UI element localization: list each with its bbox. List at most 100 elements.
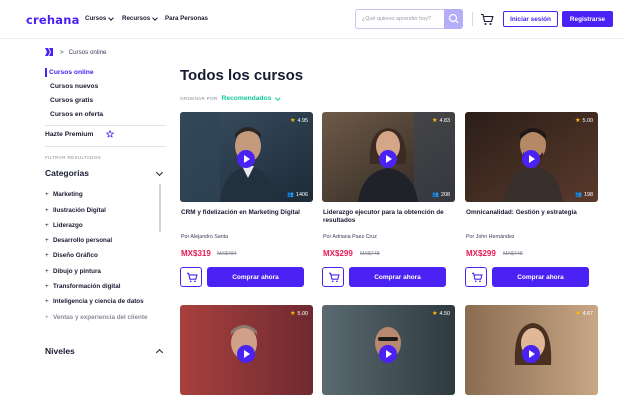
hazte-premium-link[interactable]: Hazte Premium — [45, 131, 93, 138]
users-icon: 👥 — [287, 192, 294, 198]
category-dibujo-y-pintura[interactable]: + Dibujo y pintura — [45, 268, 101, 275]
course-old-price: MX$748 — [503, 251, 523, 257]
course-title[interactable]: Liderazgo ejecutor para la obtención de … — [323, 209, 454, 225]
course-title[interactable]: Omnicanalidad: Gestión y estrategia — [466, 209, 597, 217]
course-old-price: MX$484 — [217, 251, 237, 257]
login-button[interactable]: Iniciar sesión — [503, 11, 558, 27]
categories-title[interactable]: Categorías — [45, 168, 89, 178]
course-old-price: MX$748 — [360, 251, 380, 257]
category-label: Marketing — [53, 191, 83, 198]
category-liderazgo[interactable]: + Liderazgo — [45, 222, 83, 229]
users-icon: 👥 — [432, 192, 439, 198]
cart-icon — [328, 272, 340, 283]
sort-label: ORDENAR POR — [180, 96, 218, 101]
play-icon[interactable] — [522, 345, 540, 363]
rating-value: 4.83 — [439, 117, 451, 124]
page-title: Todos los cursos — [180, 67, 304, 84]
categories-scrollbar[interactable] — [159, 184, 161, 232]
play-icon[interactable] — [237, 345, 255, 363]
course-thumbnail[interactable]: ★ 5.00 👥 198 — [465, 112, 598, 202]
star-icon: ★ — [431, 117, 438, 124]
sidebar-link-cursos-gratis[interactable]: Cursos gratis — [50, 97, 93, 104]
course-thumbnail[interactable]: ★ 4.50 — [322, 305, 455, 395]
filter-label: FILTRAR RESULTADOS — [45, 155, 101, 160]
crehana-logo[interactable]: crehana — [26, 13, 80, 27]
plus-icon: + — [45, 222, 49, 229]
course-price: MX$299 — [466, 249, 496, 258]
rating: ★ 4.83 — [432, 117, 450, 124]
nav-cursos[interactable]: Cursos — [85, 14, 115, 22]
students-count: 👥 208 — [432, 192, 450, 198]
rating-value: 4.67 — [582, 310, 594, 317]
star-icon: ★ — [574, 310, 581, 317]
course-title[interactable]: CRM y fidelización en Marketing Digital — [181, 209, 312, 217]
chevron-down-icon — [108, 14, 115, 21]
plus-icon: + — [45, 191, 49, 198]
chevron-down-icon[interactable] — [155, 168, 164, 177]
register-button[interactable]: Registrarse — [562, 11, 613, 27]
chevron-right-icon: > — [60, 48, 64, 56]
category-marketing[interactable]: + Marketing — [45, 191, 83, 198]
plus-icon: + — [45, 314, 49, 321]
add-to-cart-button[interactable] — [322, 267, 344, 287]
sidebar-link-cursos-en-oferta[interactable]: Cursos en oferta — [50, 111, 103, 118]
rating: ★ 4.67 — [575, 310, 593, 317]
buy-now-button[interactable]: Comprar ahora — [207, 267, 304, 287]
play-icon[interactable] — [522, 150, 540, 168]
sidebar-link-cursos-online[interactable]: Cursos online — [49, 69, 94, 76]
search-icon — [448, 13, 459, 24]
chevron-down-icon — [275, 95, 281, 100]
course-thumbnail[interactable]: ★ 4.83 👥 208 — [322, 112, 455, 202]
category-label: Liderazgo — [53, 222, 83, 229]
category-diseno-grafico[interactable]: + Diseño Gráfico — [45, 252, 98, 259]
sidebar-link-cursos-nuevos[interactable]: Cursos nuevos — [50, 83, 98, 90]
star-icon: ★ — [289, 310, 296, 317]
star-icon: ★ — [289, 117, 296, 124]
course-thumbnail[interactable]: ★ 5.00 — [180, 305, 313, 395]
course-author: Por Adriana Paez Cruz — [323, 234, 377, 240]
students-value: 198 — [584, 192, 593, 198]
levels-title[interactable]: Niveles — [45, 346, 75, 356]
category-desarrollo-personal[interactable]: + Desarrollo personal — [45, 237, 112, 244]
cart-icon — [471, 272, 483, 283]
students-value: 1406 — [296, 192, 308, 198]
top-header: crehana Cursos Recursos Para Personas In… — [0, 0, 623, 39]
category-label: Diseño Gráfico — [53, 252, 98, 259]
star-icon: ★ — [574, 117, 581, 124]
nav-recursos-label: Recursos — [122, 15, 151, 22]
course-thumbnail[interactable]: ★ 4.67 — [465, 305, 598, 395]
add-to-cart-button[interactable] — [180, 267, 202, 287]
course-thumbnail[interactable]: ★ 4.95 👥 1406 — [180, 112, 313, 202]
buy-now-button[interactable]: Comprar ahora — [349, 267, 446, 287]
category-transformacion-digital[interactable]: + Transformación digital — [45, 283, 121, 290]
plus-icon: + — [45, 252, 49, 259]
header-divider — [472, 12, 473, 26]
nav-recursos[interactable]: Recursos — [122, 14, 159, 22]
home-logo-icon[interactable] — [45, 48, 53, 56]
course-author: Por John Hernández — [466, 234, 515, 240]
plus-icon: + — [45, 283, 49, 290]
sort-control[interactable]: ORDENAR POR Recomendados — [180, 95, 281, 102]
play-icon[interactable] — [379, 150, 397, 168]
buy-now-button[interactable]: Comprar ahora — [492, 267, 589, 287]
search-button[interactable] — [444, 9, 463, 29]
play-icon[interactable] — [237, 150, 255, 168]
category-label: Dibujo y pintura — [53, 268, 101, 275]
course-author: Por Alejandro Santa — [181, 234, 229, 240]
search-input[interactable] — [362, 10, 444, 28]
category-inteligencia-datos[interactable]: + Inteligencia y ciencia de datos — [45, 298, 144, 305]
play-icon[interactable] — [379, 345, 397, 363]
cart-icon[interactable] — [480, 13, 494, 26]
category-ventas[interactable]: + Ventas y experiencia del cliente — [45, 314, 148, 321]
users-icon: 👥 — [575, 192, 582, 198]
star-icon — [106, 130, 114, 138]
category-ilustracion-digital[interactable]: + Ilustración Digital — [45, 207, 106, 214]
nav-para-personas[interactable]: Para Personas — [165, 15, 208, 22]
rating-value: 4.95 — [297, 117, 309, 124]
plus-icon: + — [45, 207, 49, 214]
rating: ★ 5.00 — [575, 117, 593, 124]
add-to-cart-button[interactable] — [465, 267, 487, 287]
rating: ★ 5.00 — [290, 310, 308, 317]
star-icon: ★ — [431, 310, 438, 317]
students-count: 👥 198 — [575, 192, 593, 198]
